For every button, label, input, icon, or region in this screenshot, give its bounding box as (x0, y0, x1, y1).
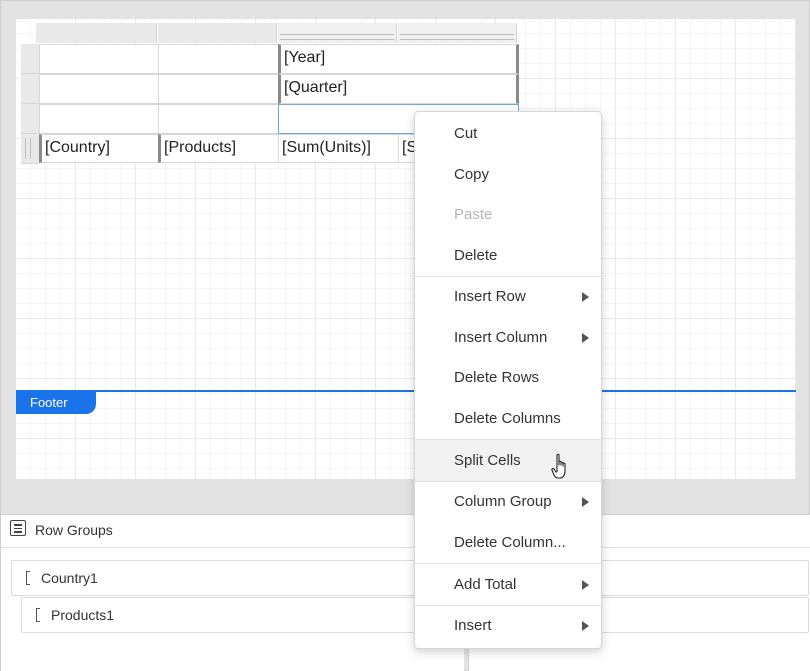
year-cell[interactable]: [Year] (278, 44, 519, 74)
menu-item-paste: Paste (415, 195, 601, 235)
column-handle-4[interactable] (398, 23, 517, 43)
column-handle-1[interactable] (36, 23, 157, 43)
row-handle-2[interactable] (21, 74, 39, 104)
menu-item-insert-column[interactable]: Insert Column (415, 318, 601, 358)
menu-item-label: Insert (454, 617, 492, 634)
menu-item-label: Insert Row (454, 288, 526, 305)
design-canvas[interactable]: [Year] [Quarter] [Country] [Products] [S… (16, 19, 796, 479)
submenu-arrow-icon (582, 580, 589, 590)
quarter-cell[interactable]: [Quarter] (278, 74, 519, 104)
submenu-arrow-icon (582, 333, 589, 343)
row-handle-4[interactable] (21, 134, 39, 164)
menu-item-cut[interactable]: Cut (415, 114, 601, 154)
menu-item-label: Insert Column (454, 329, 548, 346)
tablix-cell[interactable] (39, 104, 159, 134)
tablix-cell[interactable] (158, 74, 279, 104)
menu-item-split-cells[interactable]: Split Cells (415, 440, 601, 481)
tablix-cell[interactable] (158, 44, 279, 74)
menu-item-delete[interactable]: Delete (415, 236, 601, 276)
tablix-cell[interactable] (39, 44, 159, 74)
menu-item-delete-rows[interactable]: Delete Rows (415, 358, 601, 398)
row-handle-1[interactable] (21, 44, 39, 74)
menu-item-add-total[interactable]: Add Total (415, 565, 601, 605)
menu-item-insert-row[interactable]: Insert Row (415, 277, 601, 317)
menu-item-insert[interactable]: Insert (415, 606, 601, 646)
menu-item-label: Delete Column... (454, 534, 566, 551)
menu-item-label: Delete Columns (454, 410, 561, 427)
menu-item-label: Split Cells (454, 452, 521, 469)
submenu-arrow-icon (582, 621, 589, 631)
footer-divider (16, 390, 796, 392)
menu-item-label: Paste (454, 206, 493, 223)
row-handle-3[interactable] (21, 104, 39, 134)
menu-item-delete-column-group[interactable]: Delete Column... (415, 523, 601, 563)
row-group-country[interactable]: Country1 (11, 560, 463, 596)
menu-item-label: Delete (454, 247, 498, 264)
row-groups-title: Row Groups (35, 522, 113, 538)
row-groups-panel: Row Groups Country1 Products1 (1, 514, 464, 671)
submenu-arrow-icon (582, 292, 589, 302)
menu-item-column-group[interactable]: Column Group (415, 482, 601, 522)
column-handle-3[interactable] (278, 23, 397, 43)
list-icon (10, 520, 26, 536)
group-label: Country1 (41, 570, 98, 586)
menu-item-label: Add Total (454, 576, 517, 593)
column-handle-2[interactable] (158, 23, 277, 43)
menu-item-label: Copy (454, 166, 490, 183)
row-groups-header: Row Groups (1, 515, 464, 548)
menu-item-delete-columns[interactable]: Delete Columns (415, 399, 601, 439)
footer-label[interactable]: Footer (16, 392, 96, 414)
row-group-products[interactable]: Products1 (21, 597, 463, 633)
report-designer: [Year] [Quarter] [Country] [Products] [S… (0, 0, 810, 671)
menu-item-label: Delete Rows (454, 369, 540, 386)
menu-item-label: Column Group (454, 493, 552, 510)
menu-item-copy[interactable]: Copy (415, 155, 601, 195)
submenu-arrow-icon (582, 497, 589, 507)
hand-pointer-icon (551, 453, 566, 479)
menu-separator (415, 563, 601, 564)
tablix-cell[interactable] (158, 104, 279, 134)
bracket-icon (36, 608, 40, 622)
group-label: Products1 (51, 607, 115, 623)
products-cell[interactable]: [Products] (158, 134, 279, 163)
context-menu: Cut Copy Paste Delete Insert Row Insert … (414, 111, 602, 649)
sum-units-cell[interactable]: [Sum(Units)] (278, 134, 399, 163)
menu-item-label: Cut (454, 125, 478, 142)
bracket-icon (26, 571, 30, 585)
country-cell[interactable]: [Country] (39, 134, 159, 163)
tablix-cell[interactable] (39, 74, 159, 104)
